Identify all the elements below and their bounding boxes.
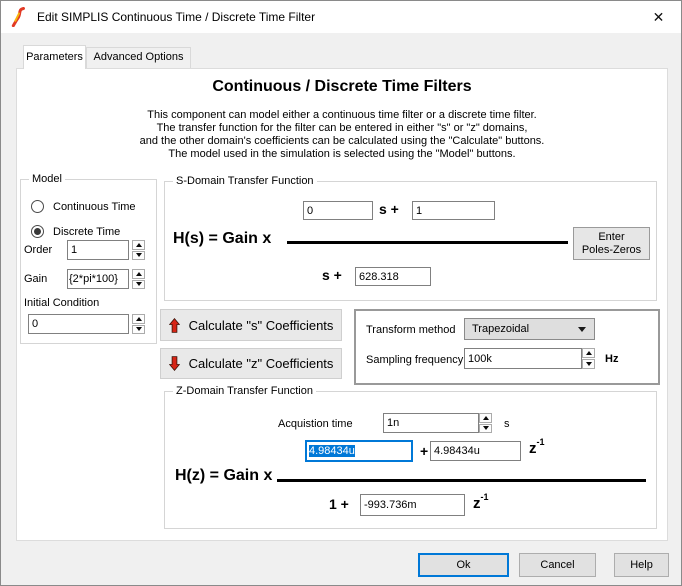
spinner-down-icon	[483, 426, 489, 430]
order-spinner[interactable]	[132, 240, 145, 260]
description-line: This component can model either a contin…	[17, 109, 667, 122]
order-label: Order	[24, 244, 52, 256]
s-plus-operator: s +	[379, 201, 399, 217]
spinner-up-icon	[136, 243, 142, 247]
initial-condition-label: Initial Condition	[24, 297, 99, 309]
spinner-up-button[interactable]	[132, 269, 145, 279]
s-domain-group-legend: S-Domain Transfer Function	[173, 175, 317, 187]
tab-advanced-options[interactable]: Advanced Options	[86, 47, 191, 68]
title-bar: Edit SIMPLIS Continuous Time / Discrete …	[1, 1, 681, 33]
help-button[interactable]: Help	[614, 553, 669, 577]
plus-operator: +	[420, 443, 428, 459]
spinner-up-button[interactable]	[132, 240, 145, 250]
description: This component can model either a contin…	[17, 109, 667, 161]
transform-method-label: Transform method	[366, 324, 455, 336]
spinner-down-icon	[586, 362, 592, 366]
spinner-up-button[interactable]	[582, 348, 595, 358]
cancel-button[interactable]: Cancel	[519, 553, 596, 577]
h-of-s-label: H(s) = Gain x	[173, 230, 271, 248]
s-numerator-b1-input[interactable]	[303, 201, 373, 220]
model-group-legend: Model	[29, 173, 65, 185]
z-inverse-term: z-1	[529, 439, 545, 457]
parameters-tab-page: Continuous / Discrete Time Filters This …	[16, 68, 668, 541]
z-numerator-b0-input[interactable]: 4.98434u	[305, 440, 413, 462]
s-domain-group: S-Domain Transfer Function s + H(s) = Ga…	[164, 181, 657, 301]
spinner-down-button[interactable]	[479, 424, 492, 434]
initial-condition-input[interactable]	[28, 314, 129, 334]
hz-unit-label: Hz	[605, 353, 618, 365]
spinner-up-button[interactable]	[132, 314, 145, 324]
gain-label: Gain	[24, 273, 47, 285]
spinner-up-icon	[586, 351, 592, 355]
initial-condition-spinner[interactable]	[132, 314, 145, 334]
model-group: Model Continuous Time Discrete Time Orde…	[20, 179, 157, 344]
spinner-up-icon	[136, 317, 142, 321]
spinner-up-button[interactable]	[479, 413, 492, 423]
continuous-time-label[interactable]: Continuous Time	[53, 201, 136, 213]
spinner-down-button[interactable]	[132, 251, 145, 261]
close-icon[interactable]: ✕	[636, 1, 681, 33]
calculate-s-coefficients-button[interactable]: Calculate "s" Coefficients	[160, 309, 342, 341]
h-of-z-label: H(z) = Gain x	[175, 467, 272, 485]
acquisition-time-spinner[interactable]	[479, 413, 492, 433]
description-line: The model used in the simulation is sele…	[17, 148, 667, 161]
simplis-logo-icon	[11, 7, 26, 27]
z-inverse-term: z-1	[473, 494, 489, 512]
discrete-time-label[interactable]: Discrete Time	[53, 226, 120, 238]
z-numerator-b1-input[interactable]	[430, 441, 521, 461]
dialog-window: Edit SIMPLIS Continuous Time / Discrete …	[0, 0, 682, 586]
z-denominator-a1-input[interactable]	[360, 494, 465, 516]
spinner-down-button[interactable]	[132, 280, 145, 290]
red-down-arrow-icon	[169, 356, 180, 371]
sampling-frequency-label: Sampling frequency	[366, 354, 463, 366]
order-input[interactable]	[67, 240, 129, 260]
sampling-frequency-input[interactable]	[464, 348, 582, 369]
enter-poles-zeros-button[interactable]: Enter Poles-Zeros	[573, 227, 650, 260]
one-plus-operator: 1 +	[329, 496, 349, 512]
description-line: The transfer function for the filter can…	[17, 122, 667, 135]
s-fraction-bar	[287, 241, 568, 244]
acquisition-time-input[interactable]	[383, 413, 479, 433]
sampling-frequency-spinner[interactable]	[582, 348, 595, 369]
tab-parameters[interactable]: Parameters	[23, 45, 86, 69]
red-up-arrow-icon	[169, 318, 180, 333]
dropdown-caret-icon	[578, 327, 586, 332]
description-line: and the other domain's coefficients can …	[17, 135, 667, 148]
z-fraction-bar	[277, 479, 646, 482]
spinner-down-button[interactable]	[582, 359, 595, 369]
calculate-z-coefficients-button[interactable]: Calculate "z" Coefficients	[160, 348, 342, 379]
spinner-down-icon	[136, 253, 142, 257]
window-title: Edit SIMPLIS Continuous Time / Discrete …	[37, 10, 315, 24]
s-plus-operator: s +	[322, 267, 342, 283]
ok-button[interactable]: Ok	[418, 553, 509, 577]
radio-discrete-time[interactable]	[31, 225, 44, 238]
radio-continuous-time[interactable]	[31, 200, 44, 213]
selected-text: 4.98434u	[309, 445, 355, 457]
gain-input[interactable]	[67, 269, 129, 289]
z-domain-group-legend: Z-Domain Transfer Function	[173, 385, 316, 397]
seconds-unit-label: s	[504, 418, 510, 430]
s-denominator-a0-input[interactable]	[355, 267, 431, 286]
s-numerator-b0-input[interactable]	[412, 201, 495, 220]
acquisition-time-label: Acquistion time	[278, 418, 353, 430]
page-title: Continuous / Discrete Time Filters	[17, 78, 667, 96]
spinner-down-icon	[136, 282, 142, 286]
spinner-down-button[interactable]	[132, 325, 145, 335]
gain-spinner[interactable]	[132, 269, 145, 289]
transform-settings-frame: Transform method Trapezoidal Sampling fr…	[354, 309, 660, 385]
z-domain-group: Z-Domain Transfer Function Acquistion ti…	[164, 391, 657, 529]
spinner-up-icon	[483, 416, 489, 420]
spinner-down-icon	[136, 327, 142, 331]
transform-method-select[interactable]: Trapezoidal	[464, 318, 595, 340]
spinner-up-icon	[136, 272, 142, 276]
